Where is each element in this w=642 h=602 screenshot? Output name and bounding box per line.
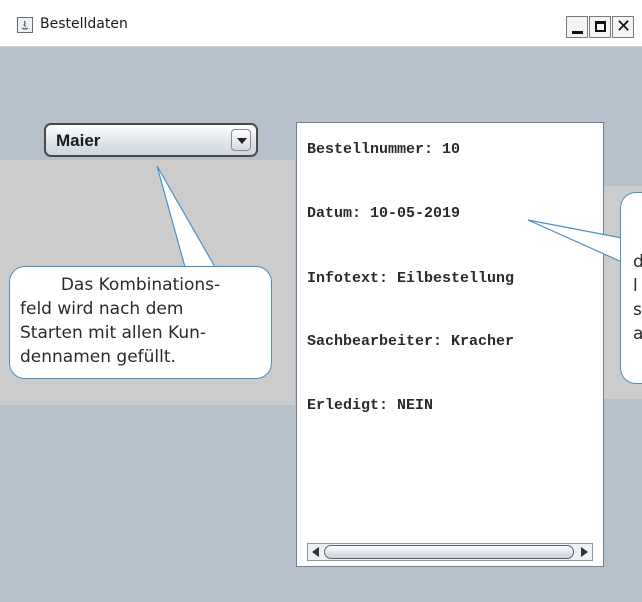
right-callout-pointer — [527, 219, 623, 263]
callout-left-line-2: feld wird nach dem — [20, 299, 184, 319]
callout-right-line-4: a — [633, 324, 642, 344]
callout-right-line-3: s — [633, 300, 642, 320]
callout-right-line-2: l — [633, 276, 638, 296]
callout-left-line-4: dennamen gefüllt. — [20, 347, 176, 367]
bestelldaten-window: Bestelldaten ✕ Maier Bestellnummer: 10 D… — [0, 0, 642, 602]
callout-left-line-3: Starten mit allen Kun- — [20, 323, 207, 343]
left-callout-pointer — [156, 165, 216, 268]
combobox-callout: Das Kombinations- feld wird nach dem Sta… — [9, 266, 272, 379]
textarea-callout: d l s a — [620, 192, 642, 384]
callout-left-line-1: Das Kombinations- — [60, 275, 221, 295]
callout-right-line-1: d — [633, 252, 642, 272]
